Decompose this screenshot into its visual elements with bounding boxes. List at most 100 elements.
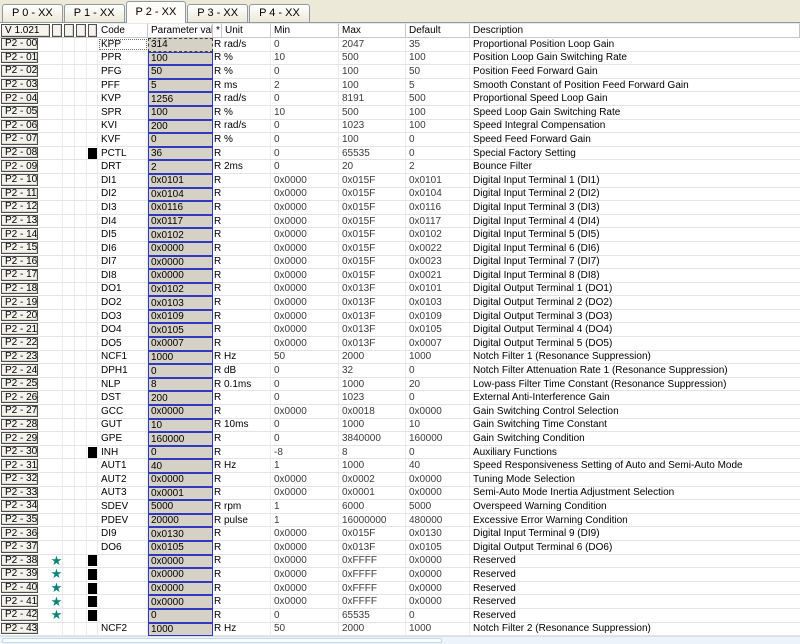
parameter-value-input[interactable]: 5 [148, 79, 213, 93]
parameter-value-input[interactable]: 36 [148, 147, 213, 161]
parameter-value-input[interactable]: 200 [148, 391, 213, 405]
parameter-value-input[interactable]: 10 [148, 419, 213, 433]
row-id-cell[interactable]: P2 - 20 [1, 310, 38, 322]
parameter-value-input[interactable]: 0x0001 [148, 487, 213, 501]
parameter-value-input[interactable]: 0x0105 [148, 323, 213, 337]
parameter-value-input[interactable]: 20000 [148, 514, 213, 528]
parameter-value-input[interactable]: 0 [148, 133, 213, 147]
table-row: P2 - 43 NCF2 1000 R Hz 50 2000 1000 Notc… [0, 623, 800, 637]
description-cell: Digital Output Terminal 3 (DO3) [470, 310, 800, 323]
parameter-value-input[interactable]: 0x0000 [148, 595, 213, 609]
parameter-value-input[interactable]: 40 [148, 459, 213, 473]
tab-p4-xx[interactable]: P 4 - XX [249, 4, 310, 22]
row-id-cell[interactable]: P2 - 38 [1, 555, 38, 567]
horizontal-scrollbar[interactable] [0, 636, 800, 644]
row-id-cell[interactable]: P2 - 41 [1, 595, 38, 607]
parameter-value-input[interactable]: 0x0116 [148, 201, 213, 215]
row-id-cell[interactable]: P2 - 42 [1, 609, 38, 621]
row-id-cell[interactable]: P2 - 27 [1, 405, 38, 417]
max-cell: 0x013F [339, 541, 406, 554]
row-id-cell[interactable]: P2 - 33 [1, 487, 38, 499]
parameter-value-input[interactable]: 0x0000 [148, 555, 213, 569]
row-id-cell[interactable]: P2 - 36 [1, 527, 38, 539]
parameter-value-input[interactable]: 0x0109 [148, 310, 213, 324]
row-id-cell[interactable]: P2 - 12 [1, 201, 38, 213]
row-id-cell[interactable]: P2 - 26 [1, 391, 38, 403]
tab-p1-xx[interactable]: P 1 - XX [64, 4, 125, 22]
row-id-cell[interactable]: P2 - 32 [1, 473, 38, 485]
row-id-cell[interactable]: P2 - 35 [1, 514, 38, 526]
row-id-cell[interactable]: P2 - 02 [1, 65, 38, 77]
horizontal-scrollbar-thumb[interactable] [2, 638, 442, 643]
row-id-cell[interactable]: P2 - 21 [1, 323, 38, 335]
parameter-value-input[interactable]: 1000 [148, 623, 213, 637]
parameter-value-input[interactable]: 0x0105 [148, 541, 213, 555]
row-id-cell[interactable]: P2 - 39 [1, 568, 38, 580]
row-id-cell[interactable]: P2 - 24 [1, 364, 38, 376]
row-id-cell[interactable]: P2 - 30 [1, 446, 38, 458]
parameter-value-input[interactable]: 0x0130 [148, 527, 213, 541]
row-id-cell[interactable]: P2 - 40 [1, 582, 38, 594]
row-id-cell[interactable]: P2 - 31 [1, 459, 38, 471]
parameter-value-input[interactable]: 0x0000 [148, 473, 213, 487]
row-id-cell[interactable]: P2 - 00 [1, 38, 38, 50]
row-id-cell[interactable]: P2 - 08 [1, 147, 38, 159]
row-id-cell[interactable]: P2 - 01 [1, 52, 38, 64]
parameter-value-input[interactable]: 5000 [148, 500, 213, 514]
row-id-cell[interactable]: P2 - 19 [1, 296, 38, 308]
row-id-cell[interactable]: P2 - 07 [1, 133, 38, 145]
parameter-value-input[interactable]: 1000 [148, 351, 213, 365]
parameter-value-input[interactable]: 1256 [148, 92, 213, 106]
row-id-cell[interactable]: P2 - 18 [1, 283, 38, 295]
parameter-value-input[interactable]: 0 [148, 446, 213, 460]
row-id-cell[interactable]: P2 - 17 [1, 269, 38, 281]
tab-p3-xx[interactable]: P 3 - XX [187, 4, 248, 22]
row-id-cell[interactable]: P2 - 43 [1, 623, 38, 635]
parameter-value-input[interactable]: 100 [148, 106, 213, 120]
parameter-value-input[interactable]: 0x0000 [148, 256, 213, 270]
row-id-cell[interactable]: P2 - 14 [1, 228, 38, 240]
parameter-value-input[interactable]: 160000 [148, 432, 213, 446]
tab-p0-xx[interactable]: P 0 - XX [2, 4, 63, 22]
parameter-value-input[interactable]: 0x0104 [148, 188, 213, 202]
parameter-value-input[interactable]: 0x0000 [148, 568, 213, 582]
parameter-value-input[interactable]: 0 [148, 364, 213, 378]
row-id-cell[interactable]: P2 - 10 [1, 174, 38, 186]
row-id-cell[interactable]: P2 - 25 [1, 378, 38, 390]
row-id-cell[interactable]: P2 - 22 [1, 337, 38, 349]
parameter-value-input[interactable]: 0x0007 [148, 337, 213, 351]
row-id-cell[interactable]: P2 - 04 [1, 92, 38, 104]
row-id-cell[interactable]: P2 - 09 [1, 160, 38, 172]
parameter-value-input[interactable]: 0x0117 [148, 215, 213, 229]
table-row: P2 - 13 DI4 0x0117 R 0x0000 0x015F 0x011… [0, 215, 800, 229]
parameter-value-input[interactable]: 0 [148, 609, 213, 623]
parameter-value-input[interactable]: 100 [148, 52, 213, 66]
row-id-cell[interactable]: P2 - 13 [1, 215, 38, 227]
row-id-cell[interactable]: P2 - 29 [1, 432, 38, 444]
row-id-cell[interactable]: P2 - 03 [1, 79, 38, 91]
row-id-cell[interactable]: P2 - 34 [1, 500, 38, 512]
parameter-value-input[interactable]: 0x0000 [148, 582, 213, 596]
parameter-value-input[interactable]: 50 [148, 65, 213, 79]
row-id-cell[interactable]: P2 - 11 [1, 188, 38, 200]
tab-p2-xx[interactable]: P 2 - XX [126, 1, 187, 23]
row-id-cell[interactable]: P2 - 15 [1, 242, 38, 254]
parameter-value-input[interactable]: 0x0101 [148, 174, 213, 188]
parameter-value-input[interactable]: 0x0102 [148, 228, 213, 242]
row-id-cell[interactable]: P2 - 37 [1, 541, 38, 553]
row-id-cell[interactable]: P2 - 05 [1, 106, 38, 118]
parameter-value-input[interactable]: 200 [148, 120, 213, 134]
parameter-value-input[interactable]: 0x0103 [148, 296, 213, 310]
parameter-value-input[interactable]: 0x0102 [148, 283, 213, 297]
parameter-value-input[interactable]: 0x0000 [148, 242, 213, 256]
parameter-value-input[interactable]: 0x0000 [148, 405, 213, 419]
parameter-value-input[interactable]: 2 [148, 160, 213, 174]
unit-cell [222, 568, 271, 581]
parameter-value-input[interactable]: 8 [148, 378, 213, 392]
row-id-cell[interactable]: P2 - 16 [1, 256, 38, 268]
parameter-value-input[interactable]: 314 [148, 38, 213, 52]
row-id-cell[interactable]: P2 - 28 [1, 419, 38, 431]
parameter-value-input[interactable]: 0x0000 [148, 269, 213, 283]
row-id-cell[interactable]: P2 - 06 [1, 120, 38, 132]
row-id-cell[interactable]: P2 - 23 [1, 351, 38, 363]
